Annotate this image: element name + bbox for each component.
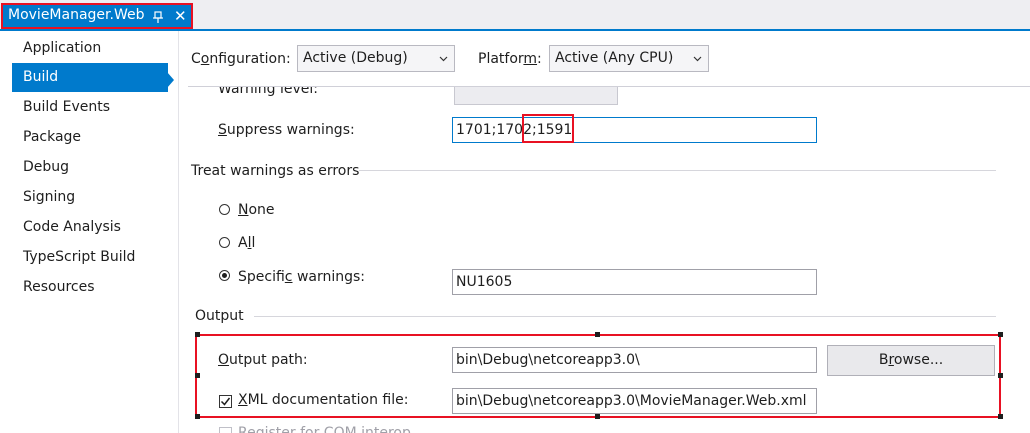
register-com-checkbox[interactable] xyxy=(219,427,232,433)
nav-item-build-events[interactable]: Build Events xyxy=(12,93,168,122)
radio-specific-warnings[interactable] xyxy=(219,270,230,281)
nav-item-build[interactable]: Build xyxy=(12,63,168,92)
selection-handle xyxy=(595,414,600,419)
selection-handle xyxy=(595,332,600,337)
nav-item-debug[interactable]: Debug xyxy=(12,153,168,182)
warning-level-dropdown[interactable] xyxy=(454,87,618,105)
highlight-output-rows xyxy=(195,334,1001,418)
configuration-value: Active (Debug) xyxy=(303,50,408,66)
specific-warnings-value: NU1605 xyxy=(456,274,513,290)
highlight-suppress-value xyxy=(522,114,574,143)
selection-handle xyxy=(195,332,200,337)
nav-item-signing[interactable]: Signing xyxy=(12,183,168,212)
nav-item-typescript-build[interactable]: TypeScript Build xyxy=(12,243,168,272)
configuration-dropdown[interactable]: Active (Debug) xyxy=(297,45,455,72)
radio-specific-label: Specific warnings: xyxy=(238,269,366,285)
selection-handle xyxy=(998,332,1003,337)
selected-nav-pointer xyxy=(167,72,174,88)
document-tab-title: MovieManager.Web xyxy=(8,7,145,23)
suppress-warnings-label: Suppress warnings: xyxy=(218,122,355,138)
nav-item-resources[interactable]: Resources xyxy=(12,273,168,302)
radio-all-label: All xyxy=(238,235,256,251)
section-divider xyxy=(254,316,996,317)
pin-icon[interactable] xyxy=(152,10,164,24)
chevron-down-icon xyxy=(693,56,702,62)
close-icon[interactable]: ✕ xyxy=(174,7,187,25)
selection-handle xyxy=(998,414,1003,419)
platform-value: Active (Any CPU) xyxy=(555,50,674,66)
nav-item-package[interactable]: Package xyxy=(12,123,168,152)
nav-separator xyxy=(178,31,179,433)
configuration-label: Configuration: xyxy=(191,51,291,67)
radio-all[interactable] xyxy=(219,237,230,248)
nav-item-code-analysis[interactable]: Code Analysis xyxy=(12,213,168,242)
chevron-down-icon xyxy=(439,56,448,62)
treat-warnings-heading: Treat warnings as errors xyxy=(191,163,360,179)
selection-handle xyxy=(998,373,1003,378)
selection-handle xyxy=(195,373,200,378)
document-tab[interactable]: MovieManager.Web ✕ xyxy=(1,3,193,29)
suppress-warnings-input[interactable]: 1701;1702;1591 xyxy=(452,117,817,143)
build-settings-panel[interactable]: Warning level: Suppress warnings: 1701;1… xyxy=(188,87,1030,433)
nav-item-application[interactable]: Application xyxy=(12,34,168,63)
radio-none[interactable] xyxy=(219,204,230,215)
platform-label: Platform: xyxy=(478,51,542,67)
section-divider xyxy=(359,170,996,171)
register-com-label: Register for COM interop xyxy=(238,425,411,433)
warning-level-label: Warning level: xyxy=(218,87,319,97)
radio-none-label: None xyxy=(238,202,275,218)
property-nav: Application Build Build Events Package D… xyxy=(0,31,178,433)
platform-dropdown[interactable]: Active (Any CPU) xyxy=(549,45,709,72)
specific-warnings-input[interactable]: NU1605 xyxy=(452,269,817,295)
selection-handle xyxy=(195,414,200,419)
output-heading: Output xyxy=(195,308,244,324)
